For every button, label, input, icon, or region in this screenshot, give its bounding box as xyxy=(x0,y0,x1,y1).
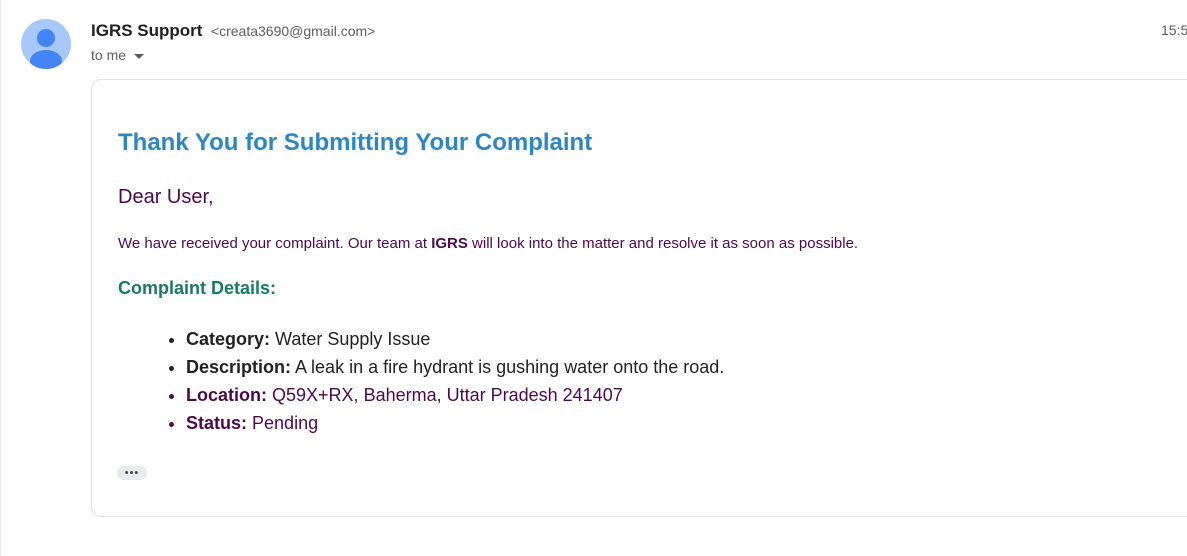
recipient-label: to me xyxy=(91,47,127,63)
details-heading: Complaint Details: xyxy=(118,278,277,298)
sender-avatar[interactable] xyxy=(21,19,71,69)
email-time: 15:5 xyxy=(1161,22,1187,38)
left-border xyxy=(0,0,1,556)
detail-category: Category: Water Supply Issue xyxy=(186,325,724,353)
greeting: Dear User, xyxy=(118,186,214,208)
person-avatar-icon xyxy=(30,29,62,69)
message-org: IGRS xyxy=(431,235,468,252)
sender-name[interactable]: IGRS Support xyxy=(91,21,202,40)
caret-down-icon[interactable] xyxy=(134,53,145,59)
detail-description: Description: A leak in a fire hydrant is… xyxy=(186,353,724,381)
details-list: Category: Water Supply Issue Description… xyxy=(118,325,724,437)
detail-label: Category: xyxy=(186,329,271,349)
message-text: We have received your complaint. Our tea… xyxy=(118,235,858,252)
detail-value: Q59X+RX, Baherma, Uttar Pradesh 241407 xyxy=(272,385,623,405)
detail-label: Description: xyxy=(186,357,292,377)
detail-location: Location: Q59X+RX, Baherma, Uttar Prades… xyxy=(186,381,724,409)
detail-value: Water Supply Issue xyxy=(275,329,431,349)
detail-status: Status: Pending xyxy=(186,409,724,437)
sender-email: <creata3690@gmail.com> xyxy=(210,23,376,39)
more-dots-icon: ••• xyxy=(124,467,140,479)
message-before: We have received your complaint. Our tea… xyxy=(118,235,432,252)
recipient-line[interactable]: to me xyxy=(91,47,145,63)
detail-value: Pending xyxy=(252,413,319,433)
message-after: will look into the matter and resolve it… xyxy=(467,235,859,252)
sender-line: IGRS Support <creata3690@gmail.com> xyxy=(91,21,375,41)
email-body-card: Thank You for Submitting Your Complaint … xyxy=(91,79,1187,517)
email-title: Thank You for Submitting Your Complaint xyxy=(118,129,593,156)
show-trimmed-content-button[interactable]: ••• xyxy=(117,466,147,480)
detail-label: Location: xyxy=(186,385,267,405)
detail-label: Status: xyxy=(186,413,248,433)
detail-value: A leak in a fire hydrant is gushing wate… xyxy=(295,357,725,377)
